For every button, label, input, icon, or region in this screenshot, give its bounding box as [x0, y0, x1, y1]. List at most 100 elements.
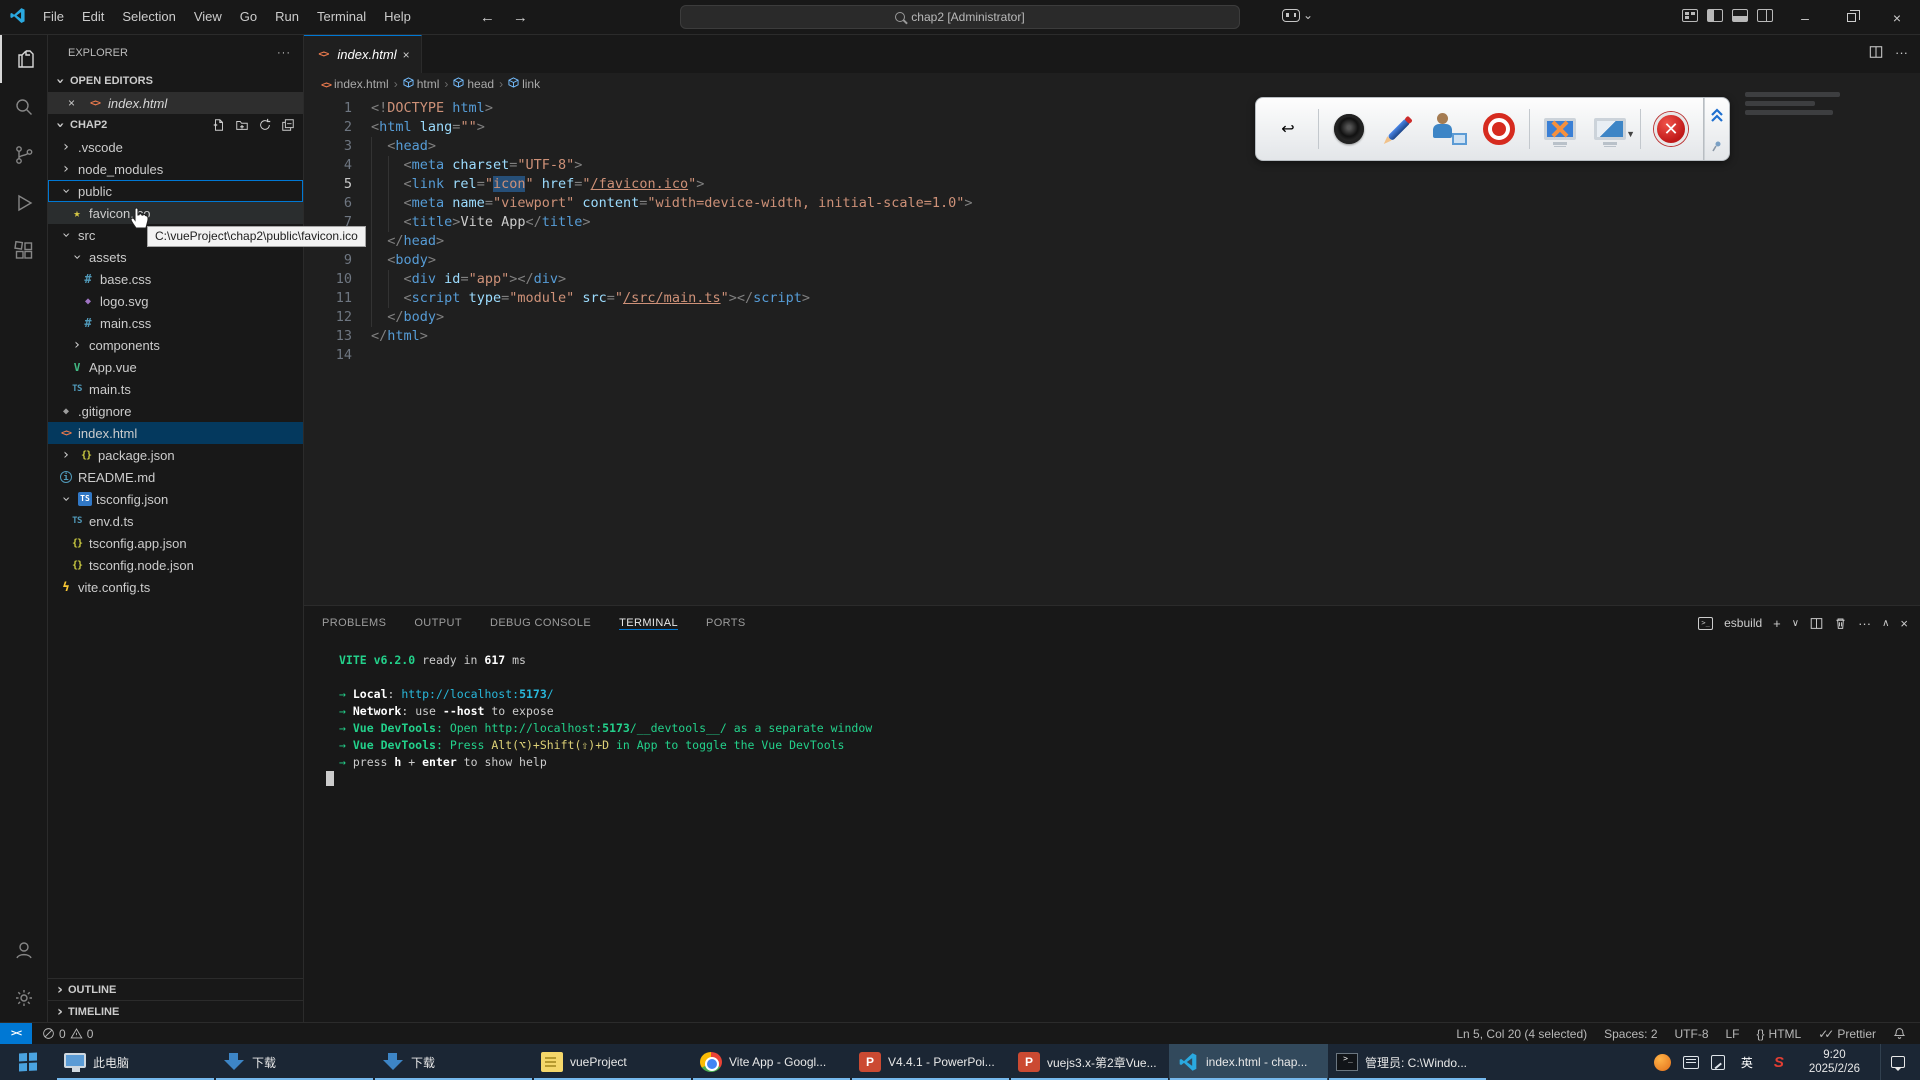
explorer-more-actions-icon[interactable]: ··· [277, 47, 291, 59]
menu-go[interactable]: Go [231, 5, 266, 29]
explorer-icon[interactable] [0, 35, 48, 83]
problems-status[interactable]: 0 0 [42, 1027, 93, 1041]
recorder-fullscreen-button[interactable] [1540, 109, 1580, 149]
close-panel-icon[interactable]: × [1900, 616, 1908, 631]
close-button[interactable]: × [1874, 0, 1920, 35]
tree-item-tsconfig.json[interactable]: ›TStsconfig.json [48, 488, 303, 510]
taskbar-app-vueproject[interactable]: vueProject [533, 1044, 692, 1080]
tree-item-assets[interactable]: ›assets [48, 246, 303, 268]
new-terminal-icon[interactable]: + [1773, 616, 1781, 631]
recorder-audio-button[interactable] [1329, 109, 1369, 149]
panel-tab-output[interactable]: OUTPUT [414, 617, 462, 629]
run-debug-icon[interactable] [0, 179, 48, 227]
breadcrumb-item-html[interactable]: html [403, 77, 440, 91]
tray-lang-icon[interactable]: 英 [1737, 1052, 1757, 1072]
tree-item-App.vue[interactable]: VApp.vue [48, 356, 303, 378]
breadcrumb-item-head[interactable]: head [453, 77, 494, 91]
taskbar-app-vuejs3-x-2-vue-[interactable]: Pvuejs3.x-第2章Vue... [1010, 1044, 1169, 1080]
customize-layout-icon[interactable] [1682, 9, 1698, 22]
split-terminal-icon[interactable] [1810, 617, 1823, 630]
timeline-section[interactable]: › TIMELINE [48, 1000, 304, 1022]
pin-tool-icon[interactable] [1711, 140, 1723, 152]
minimize-button[interactable]: – [1782, 0, 1828, 35]
collapse-all-icon[interactable] [281, 118, 295, 132]
panel-tab-debug-console[interactable]: DEBUG CONSOLE [490, 617, 591, 629]
panel-more-icon[interactable]: ··· [1858, 616, 1871, 631]
new-file-icon[interactable] [212, 118, 226, 132]
tree-item-main.ts[interactable]: TSmain.ts [48, 378, 303, 400]
taskbar-clock[interactable]: 9:20 2025/2/26 [1801, 1048, 1868, 1076]
tray-sogou-icon[interactable]: S [1769, 1052, 1789, 1072]
outline-section[interactable]: › OUTLINE [48, 978, 304, 1000]
tree-item-package.json[interactable]: ›{}package.json [48, 444, 303, 466]
tree-item-tsconfig.node.json[interactable]: {}tsconfig.node.json [48, 554, 303, 576]
remote-indicator[interactable]: >< [0, 1023, 32, 1045]
terminal-dropdown-icon[interactable]: ∨ [1792, 618, 1799, 629]
menu-run[interactable]: Run [266, 5, 308, 29]
recorder-draw-button[interactable] [1379, 109, 1419, 149]
taskbar-app--[interactable]: 此电脑 [56, 1044, 215, 1080]
refresh-icon[interactable] [258, 118, 272, 132]
tree-item-.gitignore[interactable]: ◆.gitignore [48, 400, 303, 422]
settings-gear-icon[interactable] [0, 974, 48, 1022]
forward-icon[interactable]: → [513, 9, 528, 26]
search-icon[interactable] [0, 83, 48, 131]
folder-header-chap2[interactable]: › CHAP2 [48, 114, 303, 136]
tree-item-.vscode[interactable]: ›.vscode [48, 136, 303, 158]
recorder-webcam-button[interactable] [1429, 109, 1469, 149]
status-spaces-2[interactable]: Spaces: 2 [1604, 1027, 1657, 1041]
breadcrumb-item-index.html[interactable]: <>index.html [318, 77, 389, 91]
terminal-output[interactable]: VITE v6.2.0 ready in 617 ms → Local: htt… [304, 640, 1920, 1022]
recorder-region-button[interactable]: ▼ [1590, 109, 1630, 149]
menu-edit[interactable]: Edit [73, 5, 113, 29]
kill-terminal-icon[interactable] [1834, 617, 1847, 630]
recorder-record-button[interactable] [1479, 109, 1519, 149]
taskbar-app-vite-app-googl-[interactable]: Vite App - Googl... [692, 1044, 851, 1080]
tree-item-logo.svg[interactable]: ◆logo.svg [48, 290, 303, 312]
back-icon[interactable]: ← [480, 9, 495, 26]
extensions-icon[interactable] [0, 227, 48, 275]
close-icon[interactable]: × [68, 96, 82, 110]
account-icon[interactable] [0, 926, 48, 974]
panel-tab-problems[interactable]: PROBLEMS [322, 617, 386, 629]
maximize-panel-icon[interactable]: ∧ [1882, 618, 1889, 629]
recorder-stop-button[interactable]: ✕ [1651, 109, 1691, 149]
tree-item-components[interactable]: ›components [48, 334, 303, 356]
status-ln-5-col-20-4-selected-[interactable]: Ln 5, Col 20 (4 selected) [1456, 1027, 1587, 1041]
panel-tab-terminal[interactable]: TERMINAL [619, 617, 678, 630]
start-button[interactable] [0, 1044, 56, 1080]
tab-close-icon[interactable]: × [403, 48, 410, 62]
taskbar-app-index-html-chap-[interactable]: index.html - chap... [1169, 1044, 1328, 1080]
taskbar-app--c-windo-[interactable]: >_管理员: C:\Windo... [1328, 1044, 1487, 1080]
tray-ime-board-icon[interactable] [1683, 1056, 1699, 1069]
tray-app-orange-icon[interactable] [1654, 1054, 1671, 1071]
tree-item-node_modules[interactable]: ›node_modules [48, 158, 303, 180]
tree-item-vite.config.ts[interactable]: ϟvite.config.ts [48, 576, 303, 598]
notification-center-icon[interactable] [1880, 1044, 1914, 1080]
menu-selection[interactable]: Selection [113, 5, 184, 29]
source-control-icon[interactable] [0, 131, 48, 179]
tree-item-main.css[interactable]: #main.css [48, 312, 303, 334]
panel-tab-ports[interactable]: PORTS [706, 617, 746, 629]
split-editor-icon[interactable] [1869, 45, 1883, 59]
menu-file[interactable]: File [34, 5, 73, 29]
tray-ime-pen-icon[interactable] [1711, 1055, 1725, 1070]
copilot-button[interactable]: ⌄ [1282, 8, 1313, 22]
command-center[interactable]: chap2 [Administrator] [680, 5, 1240, 29]
tree-item-favicon.ico[interactable]: ★favicon.ico [48, 202, 303, 224]
toggle-panel-icon[interactable] [1732, 9, 1748, 22]
code-area[interactable]: 1234567891011121314 <!DOCTYPE html><html… [304, 95, 1920, 605]
status-utf-8[interactable]: UTF-8 [1675, 1027, 1709, 1041]
tree-item-public[interactable]: ›public [48, 180, 303, 202]
new-folder-icon[interactable] [235, 118, 249, 132]
tree-item-README.md[interactable]: iREADME.md [48, 466, 303, 488]
taskbar-app--[interactable]: 下载 [215, 1044, 374, 1080]
tree-item-tsconfig.app.json[interactable]: {}tsconfig.app.json [48, 532, 303, 554]
menu-view[interactable]: View [185, 5, 231, 29]
recorder-open-window-button[interactable]: ↩ [1268, 109, 1308, 149]
tree-item-base.css[interactable]: #base.css [48, 268, 303, 290]
open-editor-item[interactable]: × <> index.html [48, 92, 303, 114]
collapse-toolbar-icon[interactable] [1709, 107, 1725, 123]
tree-item-index.html[interactable]: <>index.html [48, 422, 303, 444]
tab-index-html[interactable]: <> index.html × [304, 35, 422, 73]
